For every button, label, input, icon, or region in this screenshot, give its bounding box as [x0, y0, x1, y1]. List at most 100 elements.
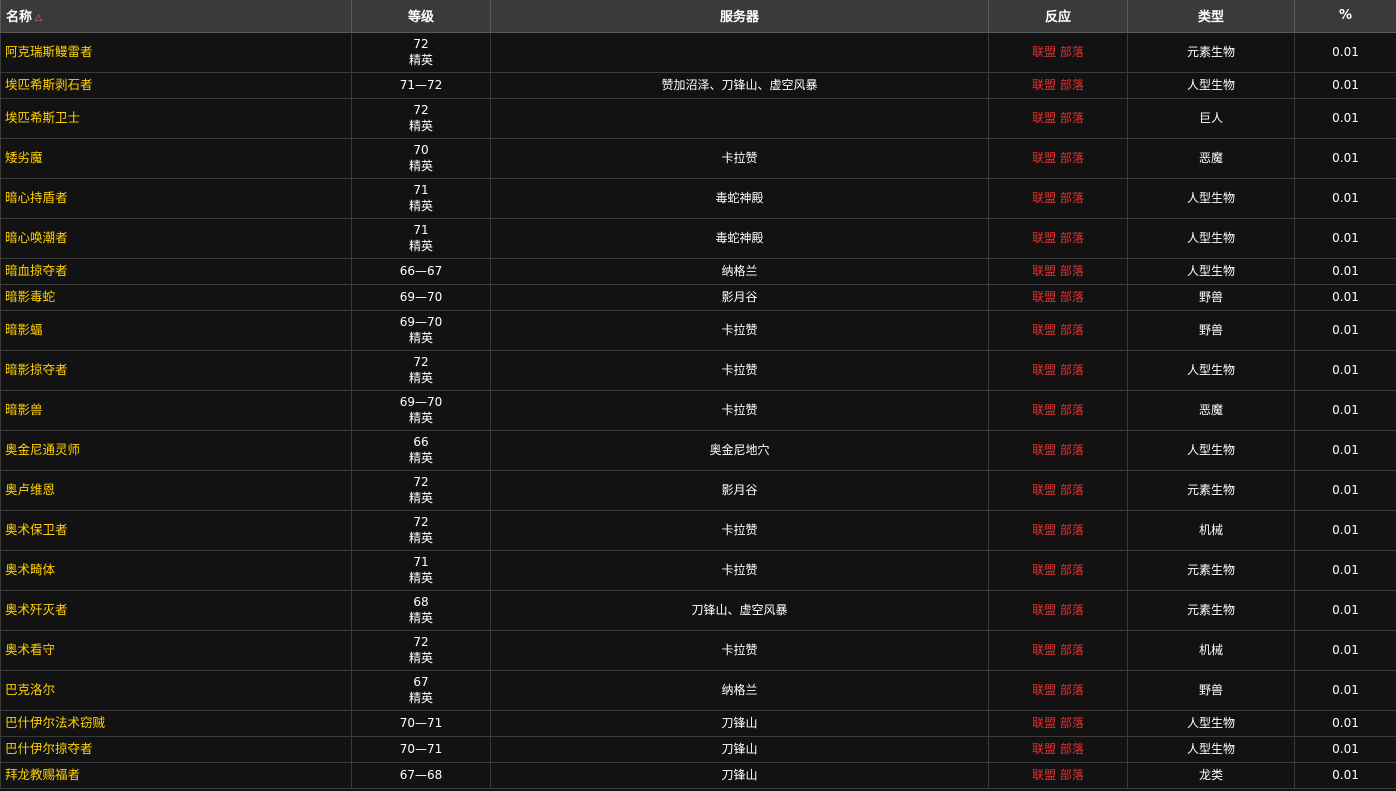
- npc-name-link[interactable]: 奥术看守: [0, 629, 352, 671]
- table-row[interactable]: 暗血掠夺者 66—67 纳格兰 联盟 部落 人型生物 0.01: [0, 257, 1396, 285]
- npc-name-link[interactable]: 暗影毒蛇: [0, 283, 352, 311]
- table-row[interactable]: 奥金尼通灵师 66 精英 奥金尼地穴 联盟 部落 人型生物 0.01: [0, 429, 1396, 471]
- npc-name-link[interactable]: 暗影掠夺者: [0, 349, 352, 391]
- npc-name-link[interactable]: 暗影蝠: [0, 309, 352, 351]
- column-header-name-label: 名称: [6, 10, 33, 26]
- table-row[interactable]: 暗影蝠 69—70 精英 卡拉赞 联盟 部落 野兽 0.01: [0, 309, 1396, 351]
- level-cell: 72 精英: [351, 509, 491, 551]
- elite-badge: 精英: [408, 651, 433, 665]
- table-row[interactable]: 暗影兽 69—70 精英 卡拉赞 联盟 部落 恶魔 0.01: [0, 389, 1396, 431]
- elite-badge: 精英: [408, 239, 433, 253]
- npc-name-link[interactable]: 奥术畸体: [0, 549, 352, 591]
- table-row[interactable]: 奥术歼灭者 68 精英 刀锋山、虚空风暴 联盟 部落 元素生物 0.01: [0, 589, 1396, 631]
- level-value: 72: [413, 355, 429, 369]
- npc-table: 名称 △ 等级 服务器 反应 类型 % 阿克瑞斯鳗雷者 72 精英 联盟 部落 元素生物 0…: [0, 0, 1396, 789]
- table-row[interactable]: 奥术看守 72 精英 卡拉赞 联盟 部落 机械 0.01: [0, 629, 1396, 671]
- reaction-cell: 联盟 部落: [988, 389, 1128, 431]
- level-value: 71—72: [399, 78, 443, 92]
- npc-name-link[interactable]: 奥术保卫者: [0, 509, 352, 551]
- column-header-pct[interactable]: %: [1294, 0, 1396, 33]
- percent-cell: 0.01: [1294, 589, 1396, 631]
- npc-name-link[interactable]: 拜龙教赐福者: [0, 761, 352, 789]
- elite-badge: 精英: [408, 491, 433, 505]
- level-cell: 67—68: [351, 761, 491, 789]
- table-row[interactable]: 暗心唤潮者 71 精英 毒蛇神殿 联盟 部落 人型生物 0.01: [0, 217, 1396, 259]
- npc-name-link[interactable]: 巴克洛尔: [0, 669, 352, 711]
- table-row[interactable]: 拜龙教赐福者 67—68 刀锋山 联盟 部落 龙类 0.01: [0, 761, 1396, 789]
- zone-cell: [490, 31, 989, 73]
- elite-badge: 精英: [408, 53, 433, 67]
- npc-name-link[interactable]: 矮劣魔: [0, 137, 352, 179]
- npc-name-link[interactable]: 阿克瑞斯鳗雷者: [0, 31, 352, 73]
- reaction-cell: 联盟 部落: [988, 71, 1128, 99]
- level-cell: 71 精英: [351, 177, 491, 219]
- table-row[interactable]: 巴什伊尔掠夺者 70—71 刀锋山 联盟 部落 人型生物 0.01: [0, 735, 1396, 763]
- level-value: 72: [413, 37, 429, 51]
- npc-name-link[interactable]: 埃匹希斯剥石者: [0, 71, 352, 99]
- percent-cell: 0.01: [1294, 761, 1396, 789]
- npc-name-link[interactable]: 巴什伊尔掠夺者: [0, 735, 352, 763]
- level-cell: 66—67: [351, 257, 491, 285]
- elite-badge: 精英: [408, 371, 433, 385]
- table-row[interactable]: 巴什伊尔法术窃贼 70—71 刀锋山 联盟 部落 人型生物 0.01: [0, 709, 1396, 737]
- column-header-type[interactable]: 类型: [1127, 0, 1295, 33]
- table-row[interactable]: 奥术畸体 71 精英 卡拉赞 联盟 部落 元素生物 0.01: [0, 549, 1396, 591]
- table-row[interactable]: 暗影毒蛇 69—70 影月谷 联盟 部落 野兽 0.01: [0, 283, 1396, 311]
- percent-cell: 0.01: [1294, 629, 1396, 671]
- type-cell: 机械: [1127, 509, 1295, 551]
- level-value: 72: [413, 103, 429, 117]
- npc-name-link[interactable]: 巴什伊尔法术窃贼: [0, 709, 352, 737]
- table-row[interactable]: 巴克洛尔 67 精英 纳格兰 联盟 部落 野兽 0.01: [0, 669, 1396, 711]
- column-header-level[interactable]: 等级: [351, 0, 491, 33]
- npc-name-link[interactable]: 暗影兽: [0, 389, 352, 431]
- npc-name-link[interactable]: 奥术歼灭者: [0, 589, 352, 631]
- npc-name-link[interactable]: 暗血掠夺者: [0, 257, 352, 285]
- type-cell: 元素生物: [1127, 469, 1295, 511]
- reaction-cell: 联盟 部落: [988, 509, 1128, 551]
- type-cell: 机械: [1127, 629, 1295, 671]
- type-cell: 野兽: [1127, 309, 1295, 351]
- elite-badge: 精英: [408, 199, 433, 213]
- reaction-cell: 联盟 部落: [988, 137, 1128, 179]
- column-header-name[interactable]: 名称 △: [0, 0, 352, 33]
- sort-ascending-icon: △: [35, 13, 42, 24]
- table-row[interactable]: 矮劣魔 70 精英 卡拉赞 联盟 部落 恶魔 0.01: [0, 137, 1396, 179]
- level-value: 67—68: [399, 768, 443, 782]
- level-cell: 67 精英: [351, 669, 491, 711]
- type-cell: 元素生物: [1127, 31, 1295, 73]
- table-row[interactable]: 暗心持盾者 71 精英 毒蛇神殿 联盟 部落 人型生物 0.01: [0, 177, 1396, 219]
- elite-badge: 精英: [408, 571, 433, 585]
- level-value: 70—71: [399, 716, 443, 730]
- level-cell: 70—71: [351, 709, 491, 737]
- percent-cell: 0.01: [1294, 669, 1396, 711]
- level-cell: 69—70 精英: [351, 389, 491, 431]
- npc-name-link[interactable]: 奥金尼通灵师: [0, 429, 352, 471]
- column-header-zone[interactable]: 服务器: [490, 0, 989, 33]
- level-cell: 70 精英: [351, 137, 491, 179]
- elite-badge: 精英: [408, 331, 433, 345]
- zone-cell: 卡拉赞: [490, 509, 989, 551]
- header-row: 名称 △ 等级 服务器 反应 类型 %: [0, 0, 1396, 33]
- table-row[interactable]: 暗影掠夺者 72 精英 卡拉赞 联盟 部落 人型生物 0.01: [0, 349, 1396, 391]
- table-row[interactable]: 奥术保卫者 72 精英 卡拉赞 联盟 部落 机械 0.01: [0, 509, 1396, 551]
- zone-cell: 刀锋山: [490, 735, 989, 763]
- reaction-cell: 联盟 部落: [988, 283, 1128, 311]
- column-header-react[interactable]: 反应: [988, 0, 1128, 33]
- percent-cell: 0.01: [1294, 349, 1396, 391]
- table-row[interactable]: 阿克瑞斯鳗雷者 72 精英 联盟 部落 元素生物 0.01: [0, 31, 1396, 73]
- type-cell: 人型生物: [1127, 709, 1295, 737]
- level-cell: 72 精英: [351, 97, 491, 139]
- zone-cell: 卡拉赞: [490, 629, 989, 671]
- npc-name-link[interactable]: 奥卢维恩: [0, 469, 352, 511]
- npc-name-link[interactable]: 埃匹希斯卫士: [0, 97, 352, 139]
- npc-name-link[interactable]: 暗心唤潮者: [0, 217, 352, 259]
- type-cell: 恶魔: [1127, 389, 1295, 431]
- npc-name-link[interactable]: 暗心持盾者: [0, 177, 352, 219]
- table-row[interactable]: 奥卢维恩 72 精英 影月谷 联盟 部落 元素生物 0.01: [0, 469, 1396, 511]
- elite-badge: 精英: [408, 119, 433, 133]
- level-value: 71: [413, 555, 429, 569]
- zone-cell: 卡拉赞: [490, 309, 989, 351]
- table-row[interactable]: 埃匹希斯剥石者 71—72 赞加沼泽、刀锋山、虚空风暴 联盟 部落 人型生物 0.01: [0, 71, 1396, 99]
- level-cell: 69—70 精英: [351, 309, 491, 351]
- table-row[interactable]: 埃匹希斯卫士 72 精英 联盟 部落 巨人 0.01: [0, 97, 1396, 139]
